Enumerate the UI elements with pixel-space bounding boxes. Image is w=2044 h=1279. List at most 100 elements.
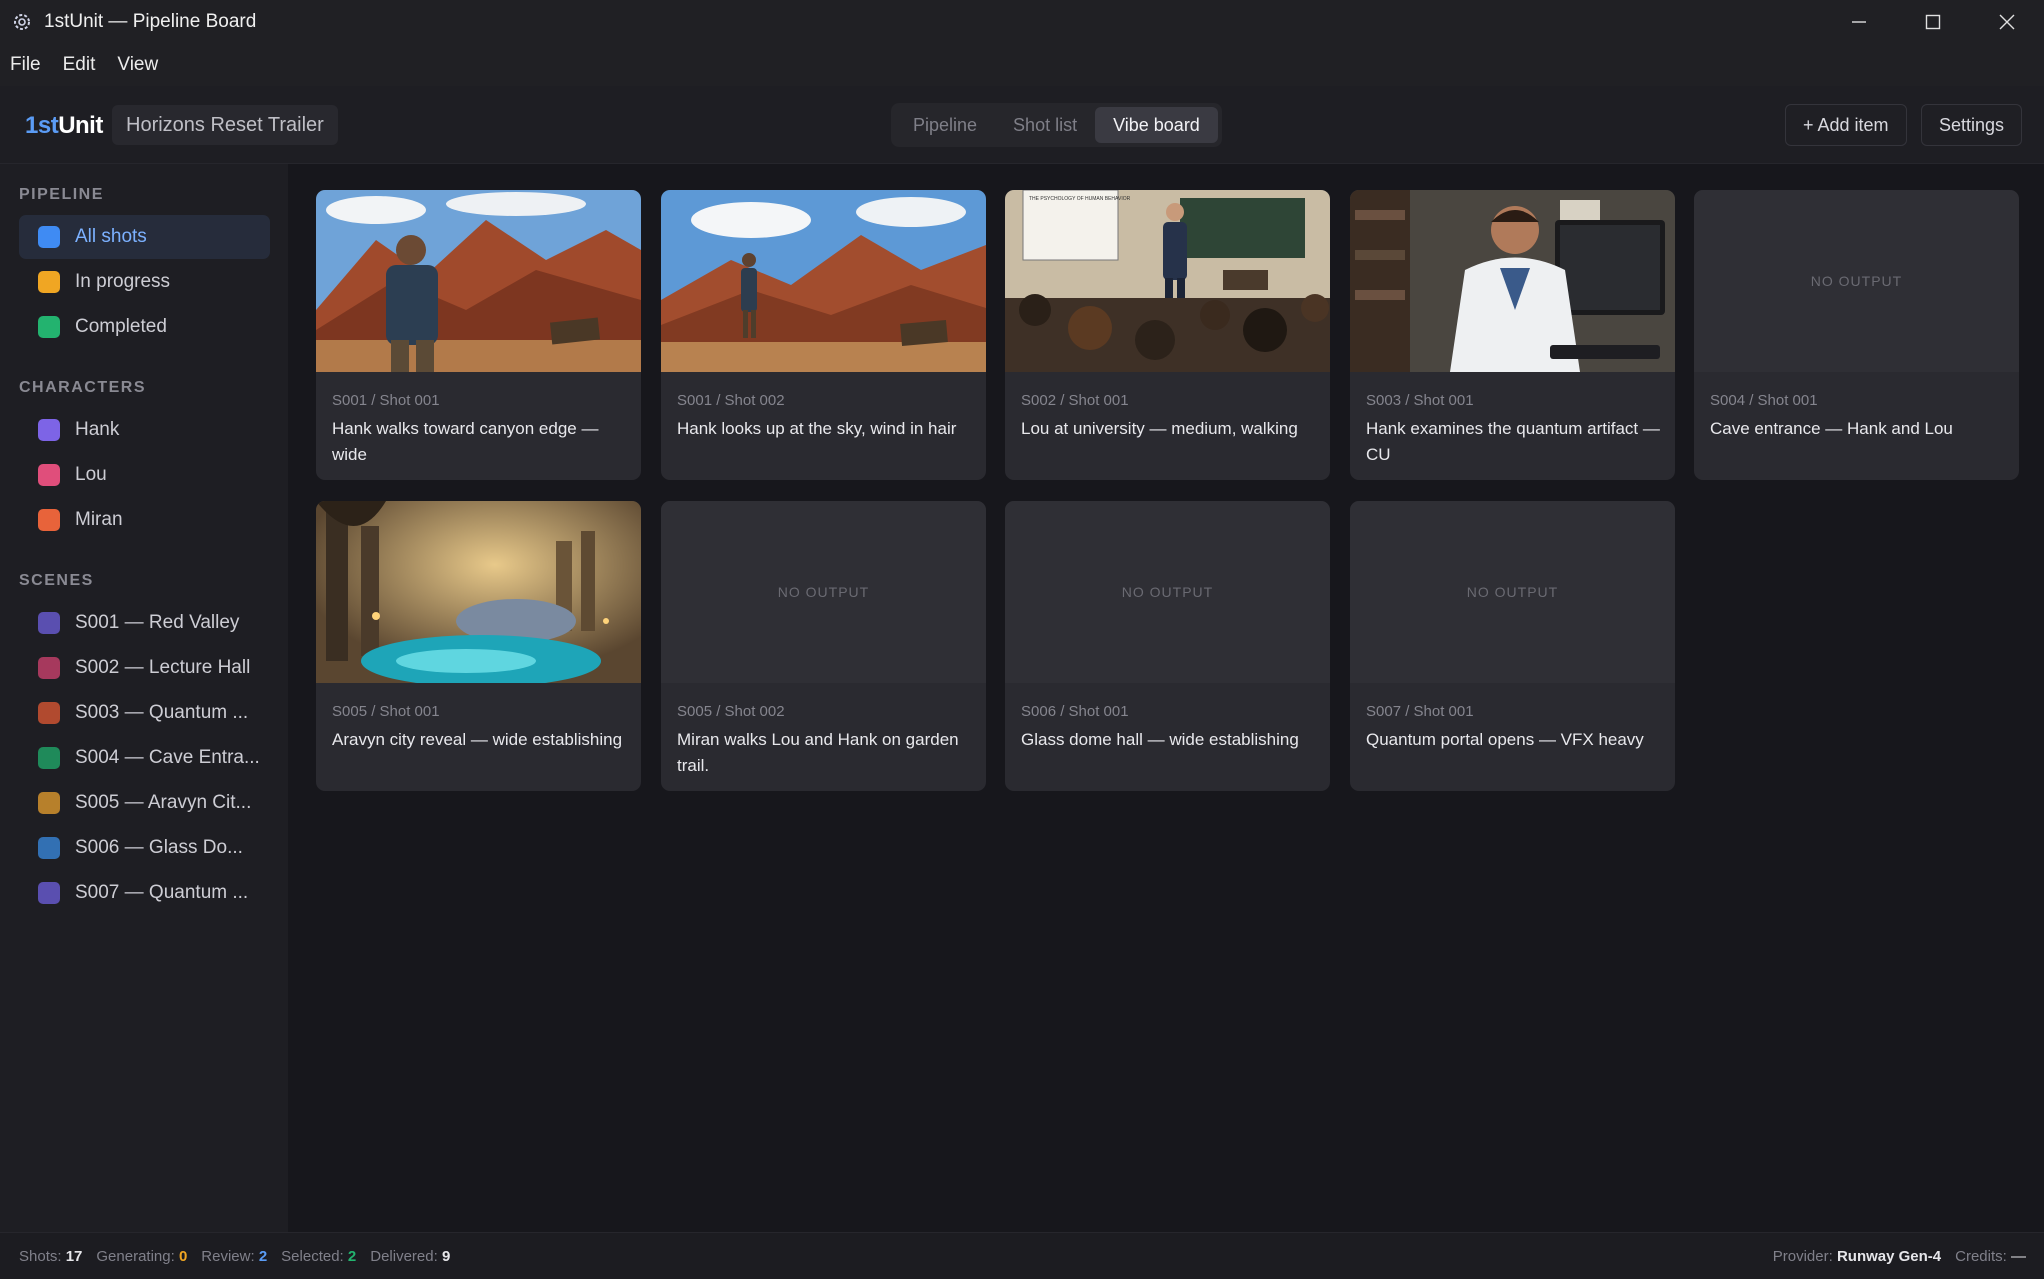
no-output-label: NO OUTPUT (1466, 584, 1559, 600)
menu-edit[interactable]: Edit (63, 54, 96, 76)
sidebar-item-scene[interactable]: S005 — Aravyn Cit... (19, 781, 270, 825)
app-logo: 1stUnit (25, 112, 103, 139)
shot-description: Glass dome hall — wide establishing (1021, 730, 1299, 749)
slide-title: THE PSYCHOLOGY OF HUMAN BEHAVIOR (1029, 196, 1131, 202)
scene-swatch (38, 882, 60, 904)
shot-card[interactable]: NO OUTPUT S007 / Shot 001 Quantum portal… (1350, 501, 1675, 791)
settings-button[interactable]: Settings (1921, 104, 2023, 146)
shot-code: S004 / Shot 001 (1710, 392, 1818, 409)
no-output-label: NO OUTPUT (1810, 273, 1903, 289)
shot-thumbnail-empty: NO OUTPUT (1694, 190, 2019, 372)
sidebar-item-scene[interactable]: S002 — Lecture Hall (19, 646, 270, 690)
sidebar-item-scene[interactable]: S003 — Quantum ... (19, 691, 270, 735)
tab-pipeline[interactable]: Pipeline (895, 107, 995, 143)
section-title-characters: CHARACTERS (19, 379, 146, 396)
character-swatch (38, 509, 60, 531)
window-titlebar: 1stUnit — Pipeline Board (0, 0, 2044, 44)
sidebar-item-completed[interactable]: Completed (19, 305, 270, 349)
status-review: Review: 2 (201, 1247, 268, 1265)
sidebar-item-label: In progress (75, 271, 171, 292)
sidebar-item-all-shots[interactable]: All shots (19, 215, 270, 259)
sidebar-item-miran[interactable]: Miran (19, 498, 270, 542)
shot-description: Quantum portal opens — VFX heavy (1366, 730, 1644, 749)
sidebar-item-label: S004 — Cave Entra... (75, 747, 260, 768)
sidebar-item-in-progress[interactable]: In progress (19, 260, 270, 304)
status-swatch (38, 226, 60, 248)
shot-description: Aravyn city reveal — wide establishing (332, 730, 623, 749)
shot-code: S003 / Shot 001 (1366, 392, 1474, 409)
status-shots: Shots: 17 (19, 1247, 83, 1265)
shot-code: S005 / Shot 001 (332, 703, 440, 720)
shot-code: S007 / Shot 001 (1366, 703, 1474, 720)
add-item-button[interactable]: + Add item (1785, 104, 1907, 146)
shot-card[interactable]: NO OUTPUT S005 / Shot 002 Miran walks Lo… (661, 501, 986, 791)
section-title-pipeline: PIPELINE (19, 186, 104, 203)
maximize-button[interactable] (1896, 0, 1970, 44)
shot-thumbnail-empty: NO OUTPUT (1350, 501, 1675, 683)
sidebar-item-scene[interactable]: S007 — Quantum ... (19, 871, 270, 915)
shot-card[interactable]: S001 / Shot 001 Hank walks toward canyon… (316, 190, 641, 480)
section-title-scenes: SCENES (19, 572, 94, 589)
scene-swatch (38, 837, 60, 859)
scene-swatch (38, 657, 60, 679)
status-provider: Provider: Runway Gen-4 (1772, 1247, 1942, 1265)
no-output-label: NO OUTPUT (777, 584, 870, 600)
shot-description: Hank walks toward canyon edge — wide (332, 419, 599, 464)
sidebar-item-lou[interactable]: Lou (19, 453, 270, 497)
vibe-board: S001 / Shot 001 Hank walks toward canyon… (288, 164, 2044, 1232)
shot-thumbnail (316, 190, 641, 372)
status-delivered: Delivered: 9 (370, 1247, 451, 1265)
sidebar-item-label: S007 — Quantum ... (75, 882, 249, 903)
close-button[interactable] (1970, 0, 2044, 44)
shot-card[interactable]: THE PSYCHOLOGY OF HUMAN BEHAVIOR S002 / … (1005, 190, 1330, 480)
shot-thumbnail (661, 190, 986, 372)
shot-description: Cave entrance — Hank and Lou (1710, 419, 1953, 438)
view-tabs: Pipeline Shot list Vibe board (891, 103, 1222, 147)
sidebar-item-label: All shots (75, 226, 147, 247)
project-name[interactable]: Horizons Reset Trailer (112, 105, 338, 145)
shot-code: S001 / Shot 002 (677, 392, 785, 409)
shot-description: Miran walks Lou and Hank on garden trail… (677, 730, 959, 775)
character-swatch (38, 464, 60, 486)
sidebar-item-scene[interactable]: S004 — Cave Entra... (19, 736, 270, 780)
menu-bar: File Edit View (0, 44, 2044, 86)
status-swatch (38, 316, 60, 338)
shot-code: S001 / Shot 001 (332, 392, 440, 409)
sidebar-item-label: S001 — Red Valley (75, 612, 240, 633)
sidebar-item-scene[interactable]: S006 — Glass Do... (19, 826, 270, 870)
shot-card[interactable]: S005 / Shot 001 Aravyn city reveal — wid… (316, 501, 641, 791)
shot-thumbnail-empty: NO OUTPUT (1005, 501, 1330, 683)
sidebar: PIPELINE All shots In progress Completed… (0, 164, 288, 1232)
menu-view[interactable]: View (117, 54, 158, 76)
minimize-button[interactable] (1822, 0, 1896, 44)
status-bar: Shots: 17 Generating: 0 Review: 2 Select… (0, 1232, 2044, 1279)
shot-code: S002 / Shot 001 (1021, 392, 1129, 409)
shot-description: Lou at university — medium, walking (1021, 419, 1298, 438)
sidebar-item-scene[interactable]: S001 — Red Valley (19, 601, 270, 645)
scene-swatch (38, 747, 60, 769)
shot-card[interactable]: S001 / Shot 002 Hank looks up at the sky… (661, 190, 986, 480)
shot-code: S006 / Shot 001 (1021, 703, 1129, 720)
shot-thumbnail-empty: NO OUTPUT (661, 501, 986, 683)
tab-shot-list[interactable]: Shot list (995, 107, 1095, 143)
no-output-label: NO OUTPUT (1121, 584, 1214, 600)
shot-card[interactable]: NO OUTPUT S006 / Shot 001 Glass dome hal… (1005, 501, 1330, 791)
sidebar-item-hank[interactable]: Hank (19, 408, 270, 452)
status-credits: Credits: — (1955, 1247, 2026, 1265)
shot-code: S005 / Shot 002 (677, 703, 785, 720)
close-icon (1999, 14, 2015, 30)
shot-thumbnail (1350, 190, 1675, 372)
status-generating: Generating: 0 (96, 1247, 188, 1265)
minimize-icon (1852, 21, 1866, 23)
menu-file[interactable]: File (10, 54, 41, 76)
sidebar-item-label: Hank (75, 419, 120, 440)
shot-card[interactable]: NO OUTPUT S004 / Shot 001 Cave entrance … (1694, 190, 2019, 480)
scene-swatch (38, 702, 60, 724)
shot-card[interactable]: S003 / Shot 001 Hank examines the quantu… (1350, 190, 1675, 480)
sidebar-item-label: Miran (75, 509, 123, 530)
sidebar-item-label: S002 — Lecture Hall (75, 657, 251, 678)
sidebar-item-label: S003 — Quantum ... (75, 702, 249, 723)
app-gear-icon (14, 14, 30, 30)
tab-vibe-board[interactable]: Vibe board (1095, 107, 1218, 143)
scene-swatch (38, 612, 60, 634)
